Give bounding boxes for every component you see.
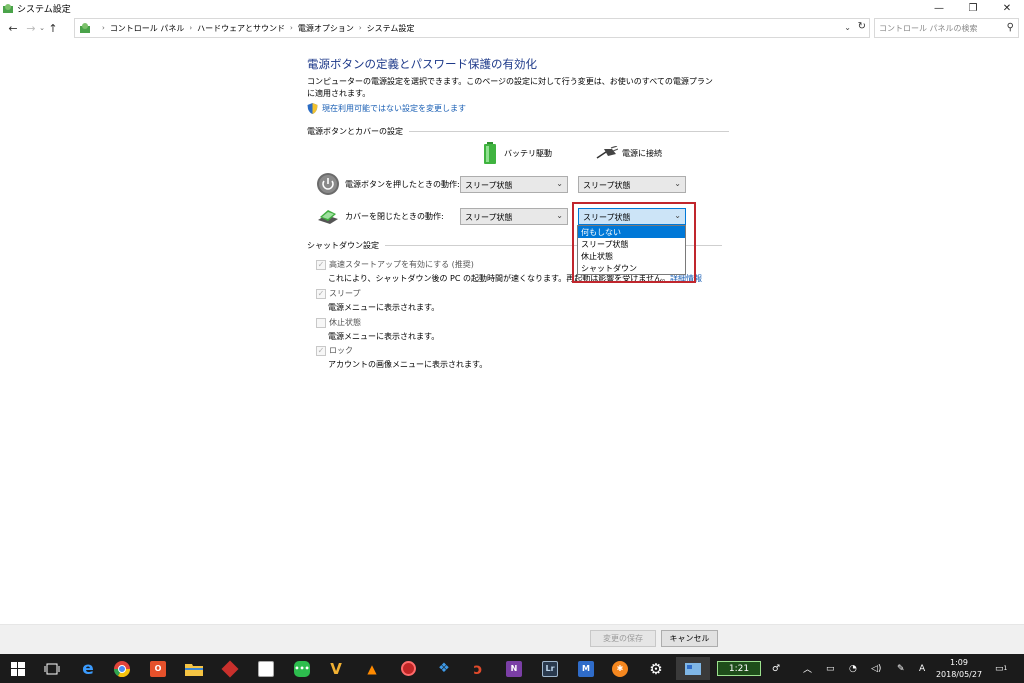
edge-browser-icon[interactable]: e bbox=[76, 657, 100, 680]
power-button-row-label: 電源ボタンを押したときの動作: bbox=[316, 172, 460, 196]
breadcrumb-system-settings[interactable]: システム設定 bbox=[367, 23, 415, 34]
office-icon[interactable]: O bbox=[146, 657, 170, 680]
line-messenger-icon[interactable]: ••• bbox=[290, 657, 314, 680]
breadcrumb-chevron-icon: › bbox=[189, 24, 193, 32]
sleep-description: 電源メニューに表示されます。 bbox=[328, 303, 440, 312]
hibernate-option: 休止状態 bbox=[316, 317, 361, 328]
minimize-button[interactable]: — bbox=[922, 0, 956, 17]
restore-button[interactable]: ❐ bbox=[956, 0, 990, 17]
annotation-highlight-box bbox=[572, 202, 696, 283]
chevron-down-icon: ⌄ bbox=[556, 179, 563, 188]
page-title: 電源ボタンの定義とパスワード保護の有効化 bbox=[307, 57, 537, 71]
page-description: コンピューターの電源設定を選択できます。このページの設定に対して行う変更は、お使… bbox=[307, 77, 713, 98]
save-changes-button[interactable]: 変更の保存 bbox=[590, 630, 656, 647]
battery-icon bbox=[484, 142, 496, 164]
wifi-icon[interactable]: ◔ bbox=[849, 654, 857, 683]
app-ship-icon[interactable]: ▲ bbox=[360, 657, 384, 680]
fast-startup-checkbox[interactable]: ✓ bbox=[316, 259, 326, 270]
history-chevron-icon[interactable]: ⌄ bbox=[38, 20, 46, 36]
title-bar: システム設定 — ❐ ✕ bbox=[0, 0, 1024, 17]
cancel-button[interactable]: キャンセル bbox=[661, 630, 718, 647]
control-panel-taskbar-icon[interactable] bbox=[676, 657, 710, 680]
system-clock[interactable]: 1:09 2018/05/27 bbox=[935, 657, 983, 681]
dropbox-icon[interactable]: ❖ bbox=[432, 657, 456, 680]
power-section-heading: 電源ボタンとカバーの設定 bbox=[307, 126, 729, 137]
forward-arrow-icon[interactable]: → bbox=[24, 20, 38, 36]
battery-tray-icon[interactable]: ▭ bbox=[826, 654, 835, 683]
power-button-plugged-select[interactable]: スリープ状態 ⌄ bbox=[578, 176, 686, 193]
address-dropdown-icon[interactable]: ⌄ bbox=[844, 23, 851, 32]
laptop-lid-icon bbox=[318, 210, 338, 224]
battery-meter[interactable]: 1:21 bbox=[717, 661, 761, 676]
chevron-down-icon: ⌄ bbox=[674, 179, 681, 188]
file-explorer-icon[interactable] bbox=[182, 657, 206, 680]
address-field[interactable]: › コントロール パネル › ハードウェアとサウンド › 電源オプション › シ… bbox=[74, 18, 870, 38]
power-button-icon bbox=[317, 173, 339, 195]
window-title: システム設定 bbox=[17, 5, 71, 15]
tray-chevron-up-icon[interactable]: ︿ bbox=[803, 654, 812, 683]
sleep-checkbox[interactable]: ✓ bbox=[316, 288, 326, 299]
search-icon[interactable]: ⚲ bbox=[1007, 22, 1014, 33]
power-plug-icon bbox=[596, 146, 618, 159]
notification-center-icon[interactable]: ▭ 1 bbox=[995, 654, 1007, 683]
breadcrumb-control-panel[interactable]: コントロール パネル bbox=[110, 23, 185, 34]
breadcrumb-hardware-sound[interactable]: ハードウェアとサウンド bbox=[197, 23, 285, 34]
breadcrumb-chevron-icon: › bbox=[358, 24, 362, 32]
lock-checkbox[interactable]: ✓ bbox=[316, 345, 326, 356]
control-panel-icon bbox=[3, 3, 13, 13]
breadcrumb-chevron-icon: › bbox=[102, 24, 105, 32]
battery-column-header: バッテリ駆動 bbox=[483, 142, 552, 164]
back-arrow-icon[interactable]: ← bbox=[6, 20, 20, 36]
volume-icon[interactable]: ◁) bbox=[871, 654, 881, 683]
ime-indicator[interactable]: A bbox=[919, 654, 925, 683]
vivaldi-icon[interactable]: V bbox=[324, 657, 348, 680]
lock-option: ✓ ロック bbox=[316, 345, 353, 356]
onenote-icon[interactable]: N bbox=[502, 657, 526, 680]
up-arrow-icon[interactable]: ↑ bbox=[46, 20, 60, 36]
task-view-icon[interactable] bbox=[40, 657, 64, 680]
settings-gear-icon[interactable]: ⚙ bbox=[644, 657, 668, 680]
hibernate-checkbox[interactable] bbox=[316, 317, 326, 328]
windows-start-icon[interactable] bbox=[6, 657, 30, 680]
pen-icon[interactable]: ✎ bbox=[897, 654, 905, 683]
address-bar: ← → ⌄ ↑ › コントロール パネル › ハードウェアとサウンド › 電源オ… bbox=[0, 17, 1024, 39]
lid-close-row-label: カバーを閉じたときの動作: bbox=[316, 204, 444, 228]
fast-startup-option: ✓ 高速スタートアップを有効にする (推奨) bbox=[316, 259, 474, 270]
app-orange-gear-icon[interactable]: ✱ bbox=[608, 657, 632, 680]
plugged-column-header: 電源に接続 bbox=[596, 146, 662, 160]
app-red-circle-icon[interactable] bbox=[396, 657, 420, 680]
uac-shield-icon bbox=[307, 103, 318, 114]
app-blue-m-icon[interactable]: M bbox=[574, 657, 598, 680]
people-icon[interactable]: ♂ bbox=[772, 654, 780, 683]
breadcrumb-chevron-icon: › bbox=[290, 24, 293, 32]
lightroom-icon[interactable]: Lr bbox=[538, 657, 562, 680]
app-red-swirl-icon[interactable]: ↄ bbox=[466, 657, 490, 680]
change-unavailable-settings-link[interactable]: 現在利用可能ではない設定を変更します bbox=[307, 103, 466, 114]
breadcrumb-power-options[interactable]: 電源オプション bbox=[298, 23, 354, 34]
footer-bar bbox=[0, 624, 1024, 654]
chrome-icon[interactable] bbox=[110, 657, 134, 680]
refresh-icon[interactable]: ↻ bbox=[858, 21, 866, 32]
search-input[interactable]: コントロール パネルの検索 ⚲ bbox=[874, 18, 1019, 38]
power-button-battery-select[interactable]: スリープ状態 ⌄ bbox=[460, 176, 568, 193]
app-document-icon[interactable] bbox=[254, 657, 278, 680]
app-red-diamond-icon[interactable] bbox=[218, 657, 242, 680]
hibernate-description: 電源メニューに表示されます。 bbox=[328, 332, 440, 341]
close-button[interactable]: ✕ bbox=[990, 0, 1024, 17]
search-placeholder: コントロール パネルの検索 bbox=[879, 24, 978, 33]
chevron-down-icon: ⌄ bbox=[556, 211, 563, 220]
lock-description: アカウントの画像メニューに表示されます。 bbox=[328, 360, 488, 369]
lid-close-battery-select[interactable]: スリープ状態 ⌄ bbox=[460, 208, 568, 225]
taskbar: e O ••• V ▲ ❖ ↄ N Lr M ✱ ⚙ 1:21 ♂ ︿ ▭ ◔ … bbox=[0, 654, 1024, 683]
sleep-option: ✓ スリープ bbox=[316, 288, 361, 299]
control-panel-icon bbox=[80, 23, 90, 33]
